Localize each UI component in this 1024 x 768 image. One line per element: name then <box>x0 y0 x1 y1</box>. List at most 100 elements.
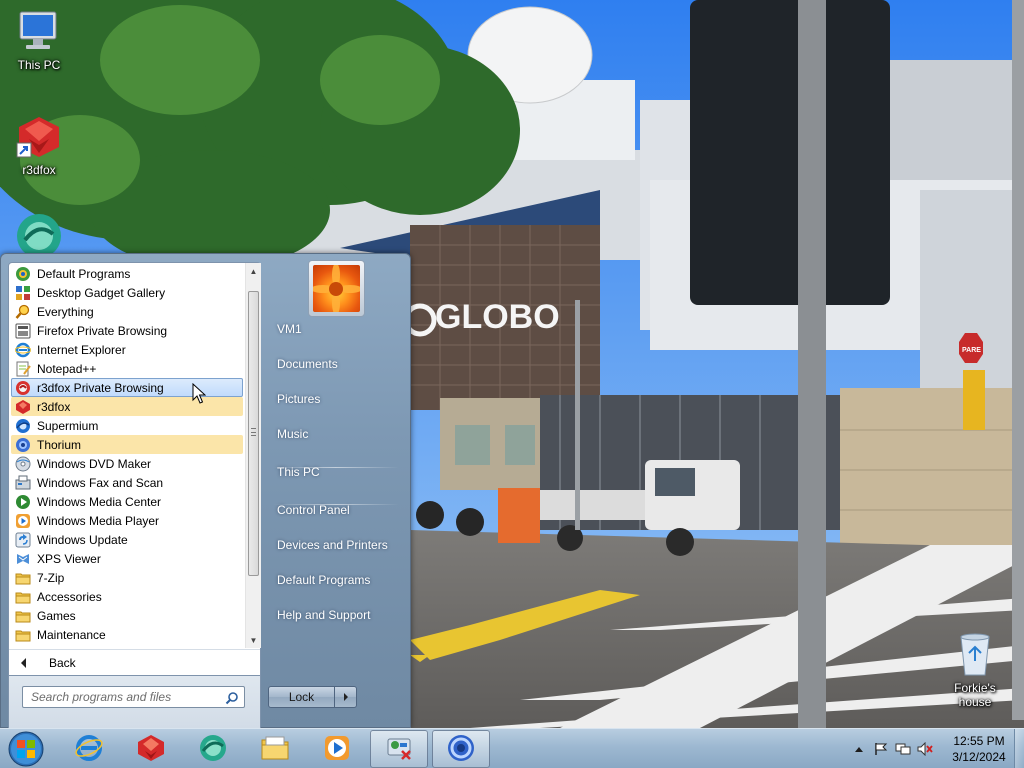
firefox-private-icon <box>15 323 31 339</box>
program-item[interactable]: Desktop Gadget Gallery <box>11 283 243 302</box>
dvd-maker-icon <box>15 456 31 472</box>
program-item-label: Games <box>37 608 76 623</box>
user-picture[interactable] <box>308 260 365 317</box>
folder-icon <box>15 608 31 624</box>
right-item-label: Control Panel <box>277 503 350 517</box>
program-item[interactable]: Default Programs <box>11 264 243 283</box>
desktop-icon-recycle-bin[interactable]: Forkie's house <box>937 631 1013 709</box>
action-center-flag-icon[interactable] <box>872 740 890 758</box>
desktop-icon-label: Forkie's house <box>954 681 996 709</box>
shutdown-options-button[interactable] <box>335 686 357 708</box>
back-arrow-icon <box>21 657 26 668</box>
devices-and-printers-link[interactable]: Devices and Printers <box>270 530 402 560</box>
folder-icon <box>15 627 31 643</box>
program-item-label: Default Programs <box>37 266 131 281</box>
volume-muted-icon[interactable] <box>916 740 934 758</box>
media-center-icon <box>15 494 31 510</box>
program-item-label: Notepad++ <box>37 361 97 376</box>
control-panel-icon <box>384 733 414 766</box>
taskbar-control-panel[interactable] <box>370 730 428 768</box>
file-explorer-icon <box>260 733 290 766</box>
taskbar-internet-explorer[interactable] <box>60 730 118 768</box>
taskbar: 12:55 PM 3/12/2024 <box>0 728 1024 768</box>
control-panel-link[interactable]: Control Panel <box>270 495 402 525</box>
xps-viewer-icon <box>15 551 31 567</box>
right-item-label: Pictures <box>277 392 321 406</box>
program-item[interactable]: Firefox Private Browsing <box>11 321 243 340</box>
program-list-scrollbar[interactable]: ▲ ▼ <box>245 263 261 648</box>
program-item[interactable]: Supermium <box>11 416 243 435</box>
program-item[interactable]: Windows Update <box>11 530 243 549</box>
program-item[interactable]: XPS Viewer <box>11 549 243 568</box>
start-menu: Default Programs Desktop Gadget Gallery Ev… <box>0 253 411 729</box>
back-label: Back <box>49 655 76 670</box>
help-and-support-link[interactable]: Help and Support <box>270 600 402 630</box>
search-icon[interactable] <box>225 691 239 708</box>
thorium-icon <box>15 437 31 453</box>
program-item[interactable]: 7-Zip <box>11 568 243 587</box>
folder-icon <box>15 570 31 586</box>
user-folder-link[interactable]: VM1 <box>270 314 402 344</box>
folder-icon <box>15 589 31 605</box>
pictures-link[interactable]: Pictures <box>270 384 402 414</box>
taskbar-media-player[interactable] <box>308 730 366 768</box>
desktop-icon-r3dfox[interactable]: r3dfox <box>1 113 77 177</box>
desktop-icon-label: This PC <box>17 58 61 72</box>
program-item[interactable]: Maintenance <box>11 625 243 644</box>
menu-separator <box>273 504 399 505</box>
program-item-label: r3dfox Private Browsing <box>37 380 164 395</box>
taskbar-r3dfox[interactable] <box>122 730 180 768</box>
clock-time: 12:55 PM <box>953 734 1005 748</box>
program-item-label: Windows Fax and Scan <box>37 475 164 490</box>
show-desktop-button[interactable] <box>1014 729 1024 768</box>
right-item-label: Documents <box>277 357 338 371</box>
documents-link[interactable]: Documents <box>270 349 402 379</box>
start-button[interactable] <box>6 730 46 768</box>
program-item-label: Windows DVD Maker <box>37 456 152 471</box>
desktop-icon-this-pc[interactable]: This PC <box>1 8 77 72</box>
internet-explorer-icon <box>74 733 104 766</box>
program-item[interactable]: Windows DVD Maker <box>11 454 243 473</box>
program-item[interactable]: r3dfox <box>11 397 243 416</box>
search-box[interactable] <box>22 686 245 708</box>
scroll-up-arrow-icon[interactable]: ▲ <box>246 263 261 279</box>
program-item[interactable]: Windows Media Player <box>11 511 243 530</box>
taskbar-file-explorer[interactable] <box>246 730 304 768</box>
supermium-icon <box>198 733 228 766</box>
music-link[interactable]: Music <box>270 419 402 449</box>
program-item[interactable]: Games <box>11 606 243 625</box>
taskbar-thorium[interactable] <box>432 730 490 768</box>
program-item[interactable]: Everything <box>11 302 243 321</box>
back-button[interactable]: Back <box>9 649 260 675</box>
this-pc-link[interactable]: This PC <box>270 457 402 487</box>
chevron-right-icon <box>343 693 348 701</box>
lock-label: Lock <box>288 690 315 704</box>
lock-button[interactable]: Lock <box>268 686 335 708</box>
program-item[interactable]: Notepad++ <box>11 359 243 378</box>
program-item-label: Desktop Gadget Gallery <box>37 285 166 300</box>
search-input[interactable] <box>31 690 221 704</box>
r3dfox-private-icon <box>15 380 31 396</box>
globo-sign: GLOBO <box>435 298 560 336</box>
program-item[interactable]: Windows Fax and Scan <box>11 473 243 492</box>
program-item[interactable]: Thorium <box>11 435 243 454</box>
network-icon[interactable] <box>894 740 912 758</box>
scrollbar-thumb[interactable] <box>248 291 259 576</box>
program-item[interactable]: r3dfox Private Browsing <box>11 378 243 397</box>
program-item-label: Thorium <box>37 437 82 452</box>
taskbar-supermium[interactable] <box>184 730 242 768</box>
program-item[interactable]: Windows Media Center <box>11 492 243 511</box>
show-hidden-icons-chevron-icon[interactable] <box>850 740 868 758</box>
program-item-label: XPS Viewer <box>37 551 101 566</box>
scroll-down-arrow-icon[interactable]: ▼ <box>246 632 261 648</box>
media-player-icon <box>322 733 352 766</box>
program-item-label: Internet Explorer <box>37 342 126 357</box>
program-list: Default Programs Desktop Gadget Gallery Ev… <box>9 263 245 648</box>
default-programs-link[interactable]: Default Programs <box>270 565 402 595</box>
computer-icon <box>15 8 63 56</box>
program-item[interactable]: Accessories <box>11 587 243 606</box>
program-item-label: Everything <box>37 304 94 319</box>
program-item[interactable]: Internet Explorer <box>11 340 243 359</box>
right-item-label: Music <box>277 427 309 441</box>
clock[interactable]: 12:55 PM 3/12/2024 <box>944 733 1014 765</box>
